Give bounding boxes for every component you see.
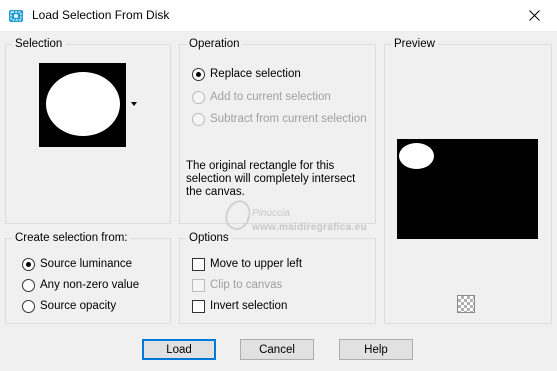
subtract-selection-radio[interactable]: Subtract from current selection <box>192 111 367 127</box>
checkbox-indicator[interactable] <box>192 257 205 271</box>
checkerboard-icon[interactable] <box>457 295 475 313</box>
preview-selection-oval <box>399 143 434 169</box>
replace-selection-label: Replace selection <box>210 68 301 80</box>
radio-indicator[interactable] <box>192 112 205 126</box>
any-non-zero-radio[interactable]: Any non-zero value <box>22 277 139 293</box>
clip-to-canvas-checkbox[interactable]: Clip to canvas <box>192 277 282 293</box>
radio-indicator[interactable] <box>192 67 205 81</box>
window-title: Load Selection From Disk <box>32 8 170 22</box>
clip-to-canvas-label: Clip to canvas <box>210 279 283 291</box>
help-button[interactable]: Help <box>339 339 413 360</box>
selection-thumbnail[interactable] <box>39 63 126 147</box>
selection-group-title: Selection <box>12 37 66 51</box>
options-group-title: Options <box>186 231 232 245</box>
invert-selection-label: Invert selection <box>210 300 288 312</box>
source-opacity-label: Source opacity <box>40 300 117 312</box>
checkbox-indicator[interactable] <box>192 278 205 292</box>
source-opacity-radio[interactable]: Source opacity <box>22 298 116 314</box>
add-to-selection-radio[interactable]: Add to current selection <box>192 89 331 105</box>
invert-selection-checkbox[interactable]: Invert selection <box>192 298 287 314</box>
move-upper-left-label: Move to upper left <box>210 258 303 270</box>
checkbox-indicator[interactable] <box>192 299 205 313</box>
operation-group-title: Operation <box>186 37 243 51</box>
selection-icon <box>9 10 23 22</box>
radio-indicator[interactable] <box>22 257 35 271</box>
any-non-zero-label: Any non-zero value <box>40 279 140 291</box>
create-selection-group-title: Create selection from: <box>12 231 131 245</box>
selection-oval-shape <box>46 72 120 136</box>
cancel-button[interactable]: Cancel <box>240 339 314 360</box>
source-luminance-label: Source luminance <box>40 258 133 270</box>
radio-indicator[interactable] <box>22 299 35 313</box>
source-luminance-radio[interactable]: Source luminance <box>22 256 132 272</box>
move-upper-left-checkbox[interactable]: Move to upper left <box>192 256 302 272</box>
chevron-down-icon[interactable] <box>129 100 139 108</box>
add-to-selection-label: Add to current selection <box>210 91 331 103</box>
close-icon <box>528 10 540 21</box>
replace-selection-radio[interactable]: Replace selection <box>192 66 301 82</box>
intersect-message: The original rectangle for this selectio… <box>186 160 356 198</box>
radio-indicator[interactable] <box>192 90 205 104</box>
close-button[interactable] <box>511 0 557 31</box>
preview-group-title: Preview <box>391 37 438 51</box>
title-bar: Load Selection From Disk <box>0 0 557 31</box>
preview-canvas <box>397 139 538 239</box>
subtract-selection-label: Subtract from current selection <box>210 113 367 125</box>
radio-indicator[interactable] <box>22 278 35 292</box>
load-button[interactable]: Load <box>142 339 216 360</box>
